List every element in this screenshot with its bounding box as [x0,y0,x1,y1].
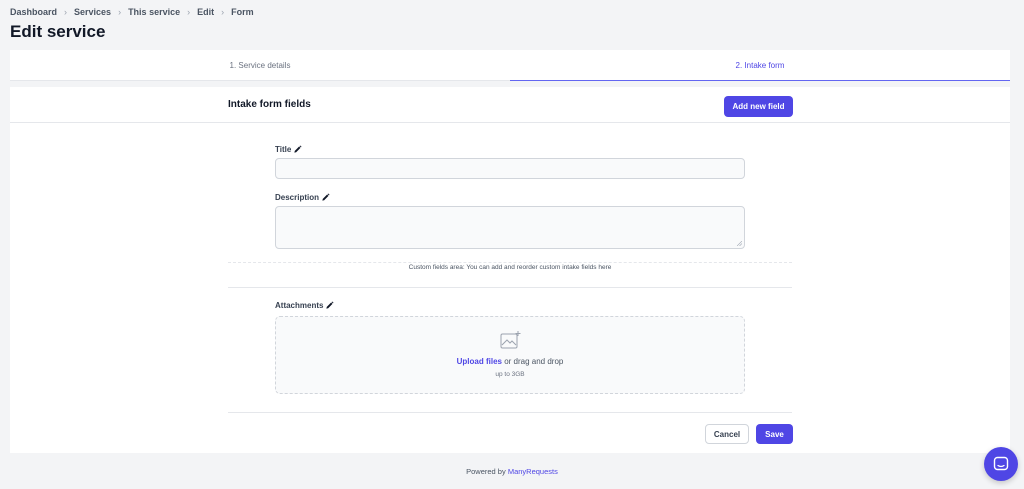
upload-drag-text: or drag and drop [501,357,564,366]
pencil-icon[interactable] [321,193,330,202]
chevron-right-icon: › [64,7,68,17]
save-button[interactable]: Save [756,424,793,444]
actions-divider [228,412,792,413]
description-label-text: Description [275,193,320,202]
chevron-right-icon: › [187,7,191,17]
custom-fields-note: Custom fields area: You can add and reor… [408,264,612,271]
description-textarea[interactable] [275,206,745,249]
chevron-right-icon: › [118,7,122,17]
breadcrumb-services[interactable]: Services [74,7,111,17]
attachments-label-text: Attachments [275,301,324,310]
pencil-icon[interactable] [325,301,335,310]
description-field-label: Description [275,193,330,202]
breadcrumb-form: Form [231,7,254,17]
attachments-field-label: Attachments [275,301,335,310]
page-title: Edit service [10,22,106,41]
image-upload-icon [500,331,521,349]
chevron-right-icon: › [221,7,225,17]
pencil-icon[interactable] [293,145,302,154]
footer-brand-link[interactable]: ManyRequests [508,467,558,476]
add-new-field-button[interactable]: Add new field [724,96,793,117]
upload-size-limit: up to 3GB [495,371,525,378]
footer-prefix: Powered by [466,467,508,476]
breadcrumb-this-service[interactable]: This service [128,7,180,17]
footer: Powered by ManyRequests [0,467,1024,476]
tab-service-details[interactable]: 1. Service details [10,50,510,81]
custom-fields-divider-top [228,262,792,263]
attachments-dropzone[interactable]: Upload files or drag and drop up to 3GB [275,316,745,394]
breadcrumb-dashboard[interactable]: Dashboard [10,7,57,17]
intake-form-card: Intake form fields Add new field Title D… [10,87,1010,453]
title-label-text: Title [275,145,292,154]
upload-instructions: Upload files or drag and drop [276,357,744,366]
title-input[interactable] [275,158,745,179]
custom-fields-divider-bottom [228,287,792,288]
breadcrumb-edit[interactable]: Edit [197,7,214,17]
tab-intake-form[interactable]: 2. Intake form [510,50,1010,81]
section-header: Intake form fields Add new field [10,87,1010,123]
chat-launcher-button[interactable] [984,447,1018,481]
section-title: Intake form fields [228,99,311,110]
title-field-label: Title [275,145,302,154]
breadcrumb: Dashboard › Services › This service › Ed… [10,7,254,17]
chat-icon [993,456,1009,471]
upload-files-link[interactable]: Upload files [457,357,502,366]
cancel-button[interactable]: Cancel [705,424,749,444]
resize-handle-icon[interactable] [737,241,742,246]
step-tabs: 1. Service details 2. Intake form [10,50,1010,81]
